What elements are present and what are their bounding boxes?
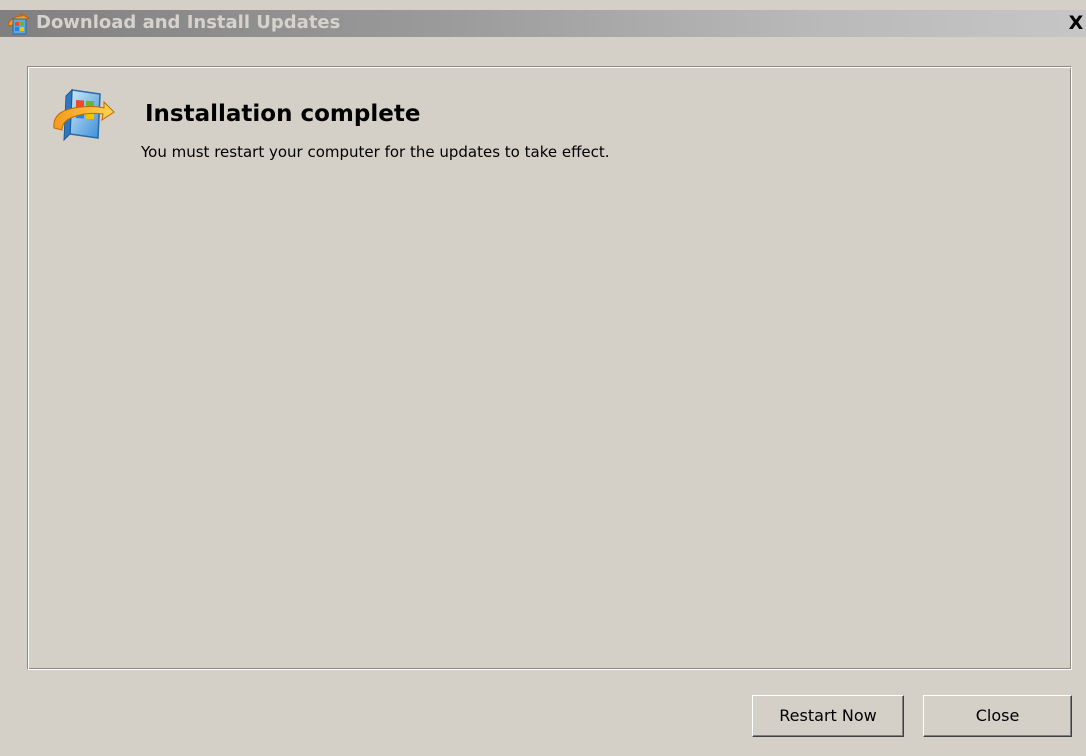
close-button[interactable]: Close	[923, 695, 1072, 737]
windows-update-icon	[48, 82, 116, 150]
windows-update-icon	[5, 12, 33, 36]
close-icon[interactable]: X	[1066, 13, 1086, 33]
window-title: Download and Install Updates	[36, 12, 341, 33]
title-bar[interactable]: Download and Install Updates X	[0, 10, 1086, 37]
update-dialog: Download and Install Updates X Installat…	[0, 0, 1086, 756]
status-message: You must restart your computer for the u…	[141, 143, 610, 161]
restart-now-button[interactable]: Restart Now	[752, 695, 904, 737]
status-heading: Installation complete	[145, 101, 421, 127]
